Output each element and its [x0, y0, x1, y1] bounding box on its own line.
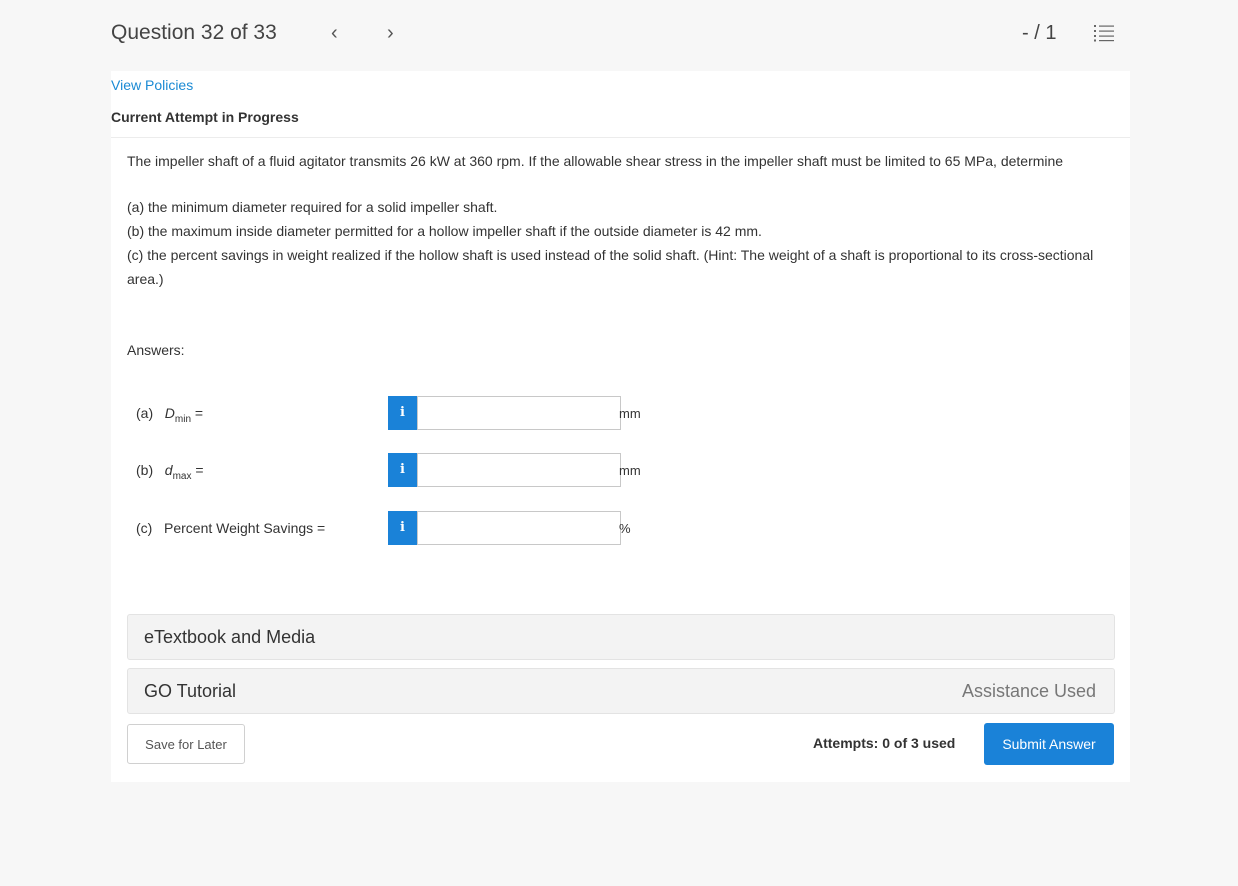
answer-unit-c: % [619, 521, 631, 536]
answer-input-a[interactable] [417, 396, 621, 430]
info-icon[interactable]: i [388, 511, 417, 545]
answer-label-a: (a) Dmin = [136, 405, 203, 425]
answer-equals: = [191, 462, 204, 478]
answer-variable: D [164, 405, 175, 421]
question-text: The impeller shaft of a fluid agitator t… [127, 149, 1117, 291]
attempt-status-title: Current Attempt in Progress [111, 109, 299, 125]
info-icon[interactable]: i [388, 453, 417, 487]
etextbook-accordion[interactable]: eTextbook and Media [127, 614, 1115, 660]
answer-variable: d [164, 462, 173, 478]
answer-label-c: (c) Percent Weight Savings = [136, 520, 325, 536]
answer-label-b: (b) dmax = [136, 462, 204, 482]
question-header: Question 32 of 33 ‹ › - / 1 [0, 0, 1238, 70]
answer-input-b[interactable] [417, 453, 621, 487]
answer-subscript: max [172, 470, 192, 482]
previous-question-icon[interactable]: ‹ [331, 22, 338, 45]
submit-answer-button[interactable]: Submit Answer [984, 723, 1114, 765]
info-icon[interactable]: i [388, 396, 417, 430]
next-question-icon[interactable]: › [387, 22, 394, 45]
answers-label: Answers: [127, 342, 185, 358]
answer-row-a: (a) Dmin = i mm [111, 396, 1130, 430]
answer-row-b: (b) dmax = i mm [111, 453, 1130, 487]
question-score: - / 1 [1022, 22, 1057, 44]
go-tutorial-accordion[interactable]: GO Tutorial Assistance Used [127, 668, 1115, 714]
question-part-c: (c) the percent savings in weight realiz… [127, 247, 1094, 287]
answer-input-c[interactable] [417, 511, 621, 545]
question-counter: Question 32 of 33 [111, 21, 277, 44]
view-policies-link[interactable]: View Policies [111, 77, 193, 93]
answer-prefix: (c) [136, 520, 153, 536]
go-tutorial-label: GO Tutorial [144, 681, 237, 701]
assistance-used-label: Assistance Used [961, 681, 1096, 701]
question-intro: The impeller shaft of a fluid agitator t… [127, 153, 1064, 169]
question-card: View Policies Current Attempt in Progres… [111, 71, 1130, 782]
answer-equals: = [191, 405, 204, 421]
answer-subscript: min [174, 413, 192, 425]
answer-text: Percent Weight Savings = [164, 520, 326, 536]
answer-unit-b: mm [619, 463, 641, 478]
attempts-counter: Attempts: 0 of 3 used [813, 735, 956, 751]
answer-prefix: (a) [136, 405, 154, 421]
divider [111, 137, 1130, 138]
question-part-a: (a) the minimum diameter required for a … [127, 199, 498, 215]
save-for-later-button[interactable]: Save for Later [127, 724, 245, 764]
question-part-b: (b) the maximum inside diameter permitte… [127, 223, 762, 239]
etextbook-label: eTextbook and Media [144, 627, 316, 647]
answer-prefix: (b) [136, 462, 154, 478]
answer-row-c: (c) Percent Weight Savings = i % [111, 511, 1130, 545]
list-icon[interactable] [1094, 24, 1114, 42]
answer-unit-a: mm [619, 406, 641, 421]
